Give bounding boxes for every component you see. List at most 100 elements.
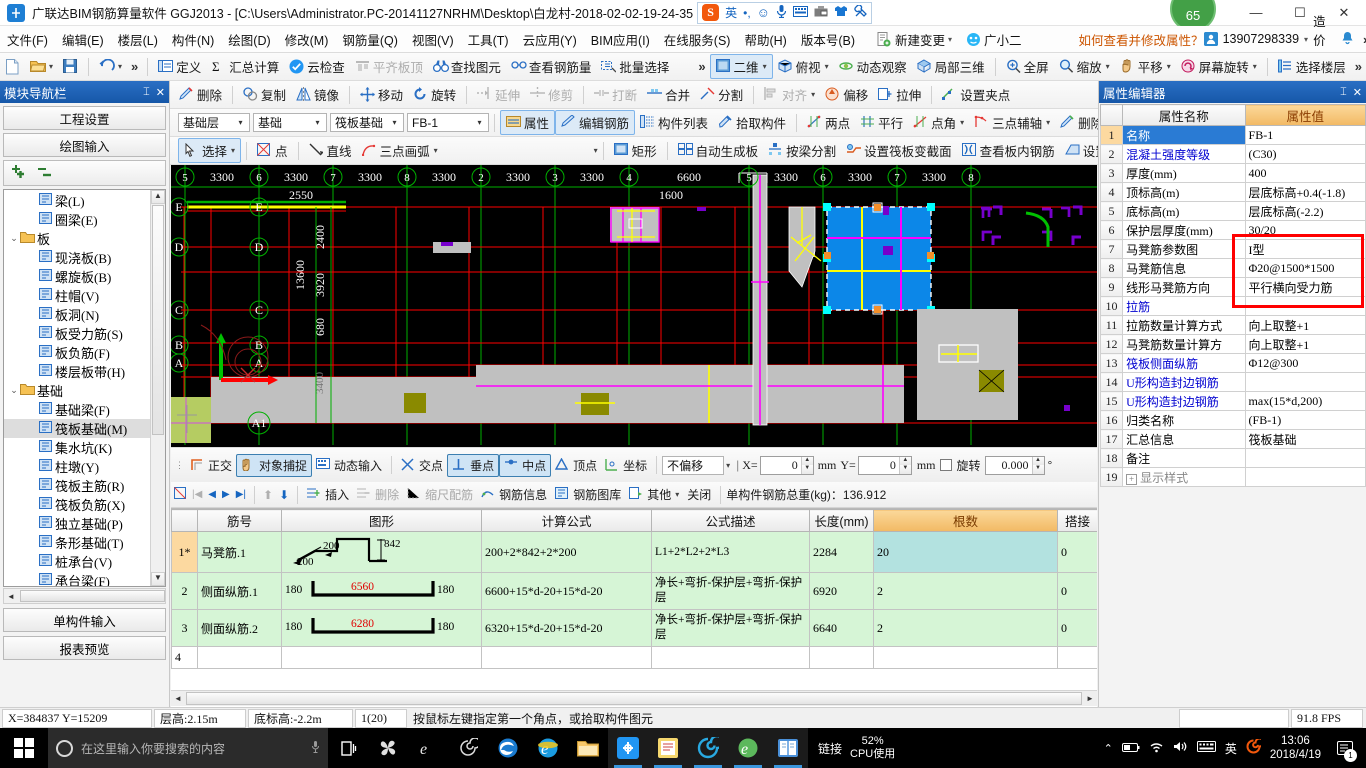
th-formula-desc[interactable]: 公式描述 — [651, 509, 810, 532]
spin-up-icon[interactable]: ▲ — [1032, 456, 1044, 465]
cell-formula[interactable]: 6320+15*d-20+15*d-20 — [481, 609, 652, 647]
property-name-cell[interactable]: 厚度(mm) — [1122, 163, 1246, 183]
raft-section-button[interactable]: 设置筏板变截面 — [841, 139, 957, 162]
table-row[interactable]: 4 — [171, 646, 1097, 669]
select-tool-button[interactable]: 选择 ▾ — [178, 138, 242, 163]
rotate-input[interactable]: 0.000 ▲ ▼ — [984, 455, 1045, 475]
snap-ortho-button[interactable]: 正交 — [186, 455, 236, 476]
category-select[interactable]: 基础 ▾ — [253, 113, 327, 132]
property-row[interactable]: 2 混凝土强度等级 (C30) — [1099, 144, 1366, 164]
tab-draw-input[interactable]: 绘图输入 — [3, 133, 166, 157]
select-floor-button[interactable]: 选择楼层 — [1273, 55, 1351, 78]
property-row[interactable]: 17 汇总信息 筏板基础 — [1099, 429, 1366, 449]
cell-shape[interactable] — [281, 646, 482, 669]
partial-3d-button[interactable]: 局部三维 — [912, 55, 990, 78]
property-name-cell[interactable]: + 显示样式 — [1122, 467, 1246, 487]
property-row[interactable]: 11 拉筋数量计算方式 向上取整+1 — [1099, 315, 1366, 335]
cell-formula[interactable]: 6600+15*d-20+15*d-20 — [481, 572, 652, 610]
mirror-button[interactable]: 镜像 — [291, 83, 344, 106]
cell-rebar-name[interactable]: 侧面纵筋.2 — [197, 609, 282, 647]
rotate-checkbox[interactable] — [940, 459, 953, 471]
property-name-cell[interactable]: 筏板侧面纵筋 — [1122, 353, 1246, 373]
table-row[interactable]: 1* 马凳筋.1 200 200 842 200+2*842+2*200 L1+2*L2+2… — [171, 531, 1097, 573]
three-point-axis-button[interactable]: 三点辅轴 ▾ — [969, 111, 1055, 134]
menu-tools[interactable]: 工具(T) — [461, 27, 516, 52]
cell-formula[interactable] — [481, 646, 652, 669]
collapse-chevron-icon[interactable]: ⌄ — [8, 385, 20, 396]
chevron-down-icon[interactable]: ▾ — [763, 62, 767, 71]
tree-item-16[interactable]: 筏板负筋(X) — [4, 495, 150, 514]
save-button[interactable] — [58, 57, 83, 76]
merge-button[interactable]: 合并 — [642, 83, 695, 106]
property-value-cell[interactable]: (FB-1) — [1244, 410, 1366, 430]
view-rebar-qty-button[interactable]: 查看钢筋量 — [506, 55, 597, 78]
offset-mode-select[interactable]: 不偏移 — [662, 455, 725, 475]
menu-draw[interactable]: 绘图(D) — [221, 27, 277, 52]
cell-count[interactable]: 2 — [873, 572, 1058, 610]
tray-lang-label[interactable]: 英 — [1225, 740, 1237, 757]
snap-dynamic-input-button[interactable]: 动态输入 — [312, 455, 386, 476]
table-row[interactable]: 2 侧面纵筋.1 180 180 6560 6600+15*d-20+15*d-20 净长+… — [171, 572, 1097, 610]
tree-item-5[interactable]: 柱帽(V) — [4, 286, 150, 305]
sogou-tray-icon[interactable] — [1246, 737, 1265, 757]
property-row[interactable]: 8 马凳筋信息 Φ20@1500*1500 — [1099, 258, 1366, 278]
parallel-axis-button[interactable]: 平行 — [855, 111, 908, 134]
chevron-down-icon[interactable]: ▾ — [1106, 62, 1110, 71]
wifi-icon[interactable] — [1149, 741, 1164, 756]
hscroll-thumb[interactable] — [20, 590, 165, 602]
move-up-button[interactable]: ⬆ — [260, 488, 276, 502]
snap-object-button[interactable]: 对象捕捉 — [236, 453, 313, 477]
table-row[interactable]: 3 侧面纵筋.2 180 180 6280 6320+15*d-20+15*d-20 净长+… — [171, 609, 1097, 647]
cell-rebar-name[interactable]: 马凳筋.1 — [197, 531, 282, 573]
tree-item-8[interactable]: 板负筋(F) — [4, 343, 150, 362]
keyboard-icon[interactable] — [1196, 740, 1216, 756]
last-record-button[interactable]: ▶| — [233, 489, 249, 500]
property-value-cell[interactable]: 层底标高(-2.2) — [1244, 201, 1366, 221]
property-row[interactable]: 3 厚度(mm) 400 — [1099, 163, 1366, 183]
rotate-button[interactable]: 旋转 — [408, 83, 461, 106]
chevron-down-icon[interactable]: ▾ — [388, 118, 401, 127]
th-count[interactable]: 根数 — [873, 509, 1058, 532]
snap-perpendicular-button[interactable]: 垂点 — [447, 453, 500, 477]
first-record-button[interactable]: |◀ — [189, 489, 205, 500]
menu-modify[interactable]: 修改(M) — [278, 27, 336, 52]
menu-view[interactable]: 视图(V) — [405, 27, 461, 52]
property-value-cell[interactable]: FB-1 — [1244, 125, 1366, 145]
chevron-down-icon[interactable]: ▾ — [825, 62, 829, 71]
property-row[interactable]: 7 马凳筋参数图 I型 — [1099, 239, 1366, 259]
stretch-button[interactable]: 拉伸 — [873, 83, 926, 106]
tree-vertical-scrollbar[interactable]: ▲ ▼ — [150, 190, 165, 586]
property-name-cell[interactable]: 线形马凳筋方向 — [1122, 277, 1246, 297]
open-file-button[interactable]: ▾ — [25, 57, 58, 76]
menu-component[interactable]: 构件(N) — [165, 27, 221, 52]
toolbar-overflow-1c[interactable]: » — [1351, 59, 1366, 74]
property-name-cell[interactable]: 拉筋 — [1122, 296, 1246, 316]
add-plus-icon[interactable] — [10, 164, 28, 183]
tree-item-19[interactable]: 桩承台(V) — [4, 552, 150, 571]
property-name-cell[interactable]: 备注 — [1122, 448, 1246, 468]
cell-shape[interactable]: 200 200 842 — [281, 531, 482, 573]
cell-row-number[interactable]: 4 — [171, 646, 198, 669]
chevron-down-icon[interactable]: ▾ — [434, 146, 438, 155]
cell-shape[interactable]: 180 180 6560 — [281, 572, 482, 610]
ime-wrench-icon[interactable] — [854, 3, 867, 21]
microphone-icon[interactable] — [311, 740, 320, 757]
task-view-icon[interactable] — [328, 728, 368, 768]
snap-intersection-button[interactable]: 交点 — [397, 455, 447, 476]
ime-punct-icon[interactable]: •, — [743, 6, 751, 20]
bell-icon[interactable] — [1341, 31, 1354, 48]
properties-button[interactable]: 属性 — [500, 110, 556, 135]
find-element-button[interactable]: 查找图元 — [428, 55, 506, 78]
property-row[interactable]: 4 顶标高(m) 层底标高+0.4(-1.8) — [1099, 182, 1366, 202]
cell-row-number[interactable]: 1* — [171, 531, 198, 573]
file-explorer-icon[interactable] — [568, 728, 608, 768]
cell-length[interactable] — [809, 646, 874, 669]
remove-minus-icon[interactable] — [36, 164, 54, 183]
chevron-down-icon[interactable]: ▾ — [948, 35, 952, 44]
cell-formula-desc[interactable] — [651, 646, 810, 669]
batch-select-button[interactable]: 批量选择 — [596, 55, 674, 78]
menu-file[interactable]: 文件(F) — [0, 27, 55, 52]
insert-row-button[interactable]: 插入 — [303, 484, 353, 505]
view-2d-button[interactable]: 二维 ▾ — [709, 54, 773, 79]
chevron-down-icon[interactable]: ▾ — [726, 461, 730, 470]
